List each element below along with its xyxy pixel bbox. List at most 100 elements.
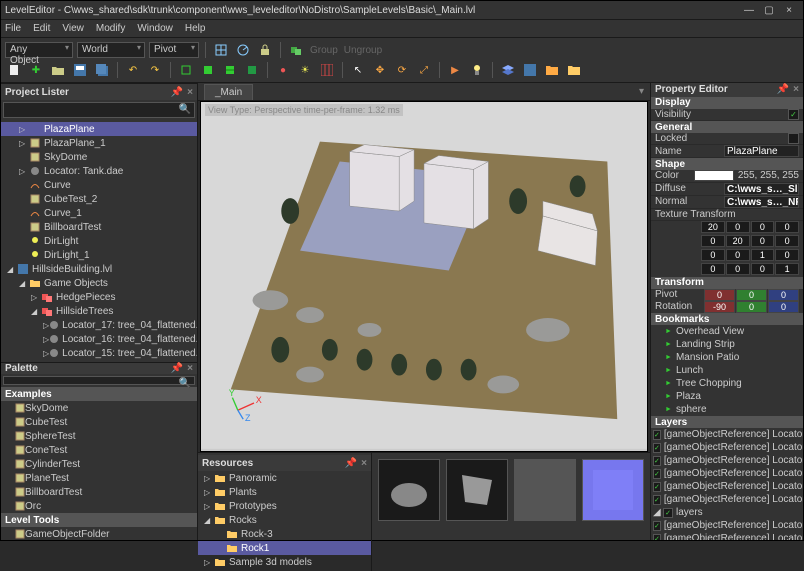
grid-icon[interactable] [318,61,336,79]
tree-item[interactable]: ◢HillsideTrees [1,304,197,318]
undo-icon[interactable]: ↶ [124,61,142,79]
lock-icon[interactable] [256,41,274,59]
tex-cube-icon[interactable] [221,61,239,79]
minimize-button[interactable]: — [739,3,759,17]
bookmarks-list[interactable]: Overhead ViewLanding StripMansion PatioL… [651,325,803,416]
layer-item[interactable]: ◢ ✓layers [651,506,803,519]
rot-z[interactable]: 0 [768,301,799,313]
open-icon[interactable] [49,61,67,79]
layer-item[interactable]: ✓[gameObjectReference] Locator_11 [651,532,803,540]
section-transform[interactable]: Transform [651,277,803,289]
move-icon[interactable]: ✥ [371,61,389,79]
bookmark-item[interactable]: Plaza [651,390,803,403]
menu-edit[interactable]: Edit [33,23,50,34]
resource-item[interactable]: ▷Plants [198,485,371,499]
rot-y[interactable]: 0 [736,301,767,313]
rot-x[interactable]: -90 [704,301,735,313]
project-tree[interactable]: ▷PlazaPlane▷PlazaPlane_1SkyDome▷Locator:… [1,120,197,362]
resource-item[interactable]: ▷Panoramic [198,471,371,485]
thumbnail[interactable] [446,459,508,521]
thumbnail[interactable] [378,459,440,521]
matrix-cell[interactable]: 0 [701,263,725,275]
resources-tree[interactable]: ▷Panoramic▷Plants▷Prototypes◢RocksRock-3… [198,471,371,569]
normal-field[interactable]: C:\wws_s…_NRM.dds [724,196,799,208]
bookmark-item[interactable]: Mansion Patio [651,351,803,364]
solid-cube-icon[interactable] [199,61,217,79]
tree-item[interactable]: ▷HedgePieces [1,290,197,304]
pin-icon[interactable]: 📌 [345,458,357,469]
name-field[interactable]: PlazaPlane [724,145,799,157]
bookmark-item[interactable]: Landing Strip [651,338,803,351]
section-shape[interactable]: Shape [651,158,803,170]
folder-icon[interactable] [543,61,561,79]
palette-group-header[interactable]: Level Tools [1,513,197,527]
bookmark-item[interactable]: sphere [651,403,803,416]
resource-item[interactable]: Rock-3 [198,527,371,541]
project-search[interactable]: 🔍 [3,102,195,118]
palette-item[interactable]: ConeTest [1,443,197,457]
matrix-cell[interactable]: 1 [751,249,775,261]
viewport-tab-main[interactable]: _Main [204,84,253,100]
menu-view[interactable]: View [62,23,84,34]
matrix-cell[interactable]: 0 [751,263,775,275]
snap-grid-icon[interactable] [521,61,539,79]
save-icon[interactable] [71,61,89,79]
layer-item[interactable]: ✓[gameObjectReference] Locator_45 [651,493,803,506]
matrix-cell[interactable]: 1 [775,263,799,275]
bookmark-item[interactable]: Overhead View [651,325,803,338]
layer-icon[interactable] [499,61,517,79]
thumbnail[interactable] [514,459,576,521]
close-button[interactable]: × [779,3,799,17]
palette-group-header[interactable]: Examples [1,387,197,401]
menu-modify[interactable]: Modify [96,23,125,34]
palette-item[interactable]: CubeTest [1,415,197,429]
section-general[interactable]: General [651,121,803,133]
pivot-y[interactable]: 0 [736,289,767,301]
palette-item[interactable]: SkyDome [1,401,197,415]
object-filter-combo[interactable]: Any Object [5,42,73,58]
close-panel-icon[interactable]: × [187,87,193,98]
tree-item[interactable]: Curve_1 [1,206,197,220]
matrix-cell[interactable]: 0 [775,235,799,247]
palette-item[interactable]: GameObjectFolder [1,527,197,540]
layer-item[interactable]: ✓[gameObjectReference] Locator_7 [651,454,803,467]
palette-item[interactable]: SphereTest [1,429,197,443]
tree-item[interactable]: ▷PlazaPlane_1 [1,136,197,150]
palette-item[interactable]: BillboardTest [1,485,197,499]
select-icon[interactable]: ↖ [349,61,367,79]
resource-item[interactable]: ◢Rocks [198,513,371,527]
scale-icon[interactable]: ⤢ [415,61,433,79]
layer-item[interactable]: ✓[gameObjectReference] Locator_8 [651,467,803,480]
camera-icon[interactable]: ● [274,61,292,79]
matrix-cell[interactable]: 0 [751,235,775,247]
matrix-cell[interactable]: 0 [775,249,799,261]
tree-item[interactable]: BillboardTest [1,220,197,234]
rotate-icon[interactable]: ⟳ [393,61,411,79]
matrix-cell[interactable]: 0 [726,249,750,261]
diffuse-field[interactable]: C:\wws_s…_Slabs.dds [724,183,799,195]
tree-item[interactable]: ▷Locator_16: tree_04_flattened.atgi [1,332,197,346]
pivot-combo[interactable]: Pivot [149,42,199,58]
tree-item[interactable]: ▷Locator_15: tree_04_flattened.atgi [1,346,197,360]
wireframe-cube-icon[interactable] [177,61,195,79]
tree-item[interactable]: DirLight_1 [1,248,197,262]
matrix-cell[interactable]: 0 [726,221,750,233]
palette-search[interactable]: 🔍 [3,376,195,385]
tree-item[interactable]: Curve [1,178,197,192]
pin-icon[interactable]: 📌 [777,84,789,95]
layers-list[interactable]: ✓[gameObjectReference] Locator_5✓[gameOb… [651,428,803,540]
tree-item[interactable]: CubeTest_2 [1,192,197,206]
palette-item[interactable]: Orc [1,499,197,513]
save-all-icon[interactable] [93,61,111,79]
tree-item[interactable]: DirLight [1,234,197,248]
lit-cube-icon[interactable] [243,61,261,79]
matrix-cell[interactable]: 20 [701,221,725,233]
matrix-cell[interactable]: 0 [701,249,725,261]
layer-item[interactable]: ✓[gameObjectReference] Locator_6 [651,441,803,454]
resource-item[interactable]: ▷Prototypes [198,499,371,513]
tree-item[interactable]: ▷Locator_17: tree_04_flattened.atgi [1,318,197,332]
group-icon[interactable] [287,41,305,59]
section-display[interactable]: Display [651,97,803,109]
close-panel-icon[interactable]: × [361,458,367,469]
pivot-z[interactable]: 0 [768,289,799,301]
